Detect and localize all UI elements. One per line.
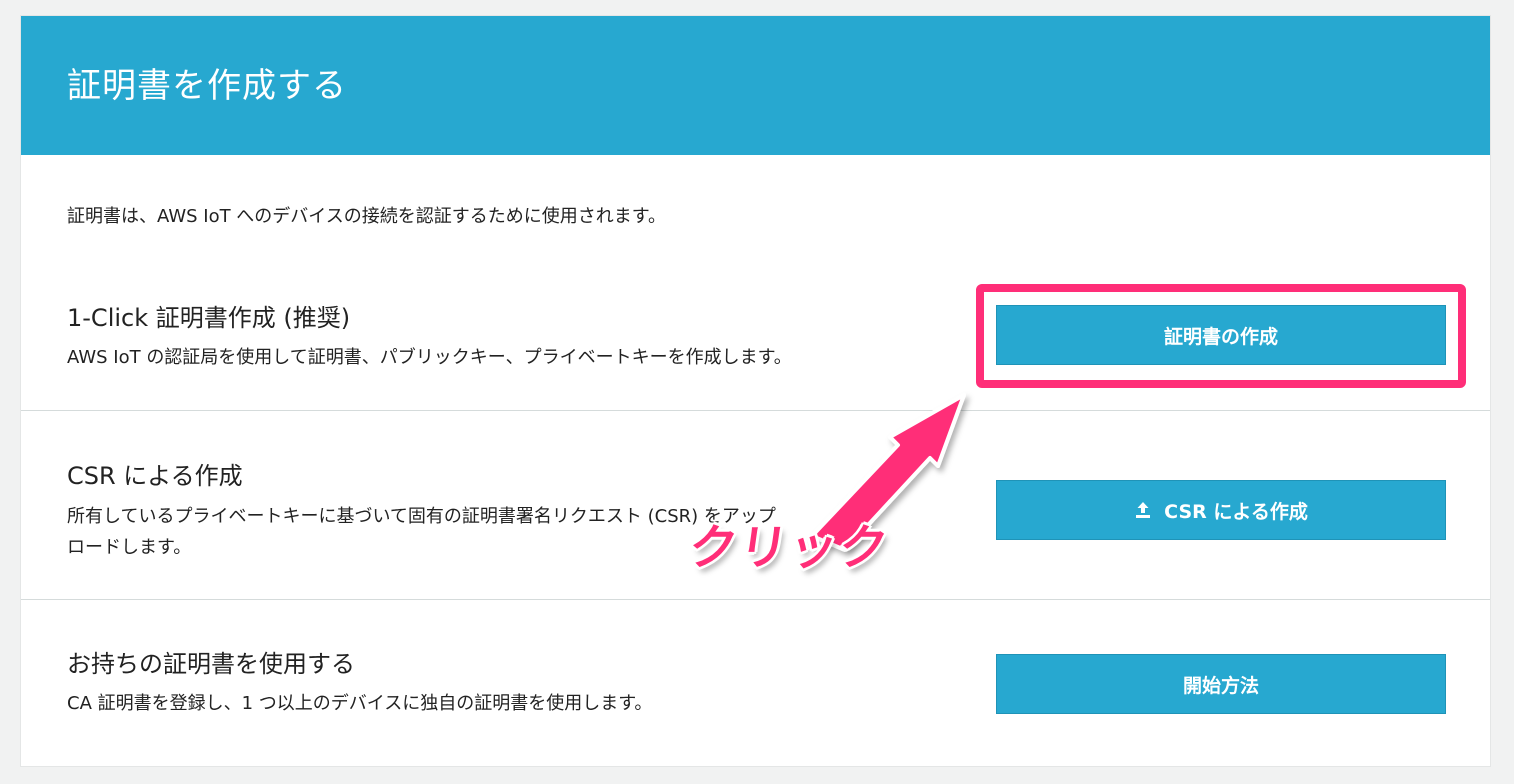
create-certificate-button-label: 証明書の作成 — [1163, 325, 1278, 348]
create-certificate-panel: 証明書を作成する 証明書は、AWS IoT へのデバイスの接続を認証するために使… — [21, 16, 1490, 766]
csr-section-description-line1: 所有しているプライベートキーに基づいて固有の証明書署名リクエスト (CSR) を… — [67, 506, 776, 527]
get-started-button-label: 開始方法 — [1182, 674, 1259, 697]
create-with-csr-button-label: CSR による作成 — [1164, 500, 1308, 523]
section-divider — [21, 599, 1490, 600]
intro-text: 証明書は、AWS IoT へのデバイスの接続を認証するために使用されます。 — [67, 206, 666, 227]
one-click-section-description: AWS IoT の認証局を使用して証明書、パブリックキー、プライベートキーを作成… — [67, 347, 792, 368]
create-certificate-button[interactable]: 証明書の作成 — [996, 305, 1446, 365]
own-certificate-section-description: CA 証明書を登録し、1 つ以上のデバイスに独自の証明書を使用します。 — [67, 693, 653, 714]
page-title: 証明書を作成する — [67, 66, 347, 106]
csr-section-title: CSR による作成 — [67, 462, 243, 490]
own-certificate-section-title: お持ちの証明書を使用する — [67, 650, 355, 678]
csr-section-description-line2: ロードします。 — [67, 537, 192, 558]
click-annotation-text: クリック — [685, 520, 894, 576]
one-click-section-title: 1-Click 証明書作成 (推奨) — [67, 304, 351, 332]
create-with-csr-button[interactable]: CSR による作成 — [996, 480, 1446, 540]
upload-icon — [1134, 501, 1152, 519]
get-started-button[interactable]: 開始方法 — [996, 654, 1446, 714]
panel-header: 証明書を作成する — [21, 16, 1490, 155]
section-divider — [21, 410, 1490, 411]
